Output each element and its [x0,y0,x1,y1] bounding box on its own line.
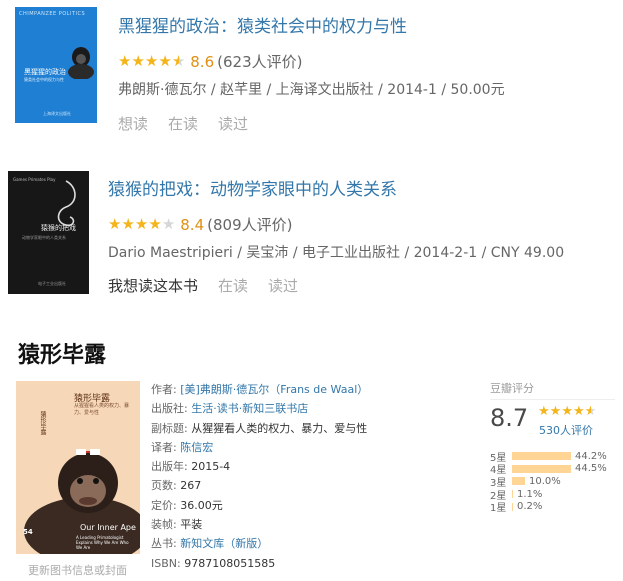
translator-link[interactable]: 陈信宏 [180,441,213,454]
update-book-info-link[interactable]: 更新图书信息或封面 [28,562,127,578]
book-detail-cover[interactable]: 猿形毕露 从猩猩看人类的权力、暴力、爱与性 猿形毕露 54 Our Inner … [16,381,140,554]
rating-stars: ★ ★ ★ ★ ★ [538,405,596,418]
rating-score-large: 8.7 [490,404,529,432]
rating-bar [512,464,571,473]
star-icon: ★ [538,404,550,419]
cover-subtitle: 动物学家眼中的人类关系 [22,235,66,240]
info-series: 丛书: 新知文库（新版） [151,534,368,553]
info-author: 作者: [美]弗朗斯·德瓦尔（Frans de Waal） [151,380,368,399]
half-star-icon: ★ [584,404,597,419]
star-icon: ★ [134,215,149,233]
rating-bar [512,477,525,486]
info-label: ISBN: [151,556,181,570]
reading-button[interactable]: 在读 [218,275,248,296]
rating-bar [512,490,513,499]
info-subtitle: 副标题: 从猩猩看人类的权力、暴力、爱与性 [151,419,368,438]
star-icon: ★ [148,215,162,233]
author-link[interactable]: [美]弗朗斯·德瓦尔（Frans de Waal） [180,383,368,396]
book-cover-2[interactable]: Games Primates Play 猿猴的把戏 动物学家眼中的人类关系 电子… [8,171,89,294]
bar-percent: 44.5% [575,463,607,475]
cover-english-title: Our Inner Ape [80,523,136,532]
cover-english-subtitle: A Leading Primatologist Explains Why We … [76,535,129,550]
want-to-read-button[interactable]: 我想读这本书 [108,275,198,296]
info-price: 定价: 36.00元 [151,496,368,515]
info-label: 丛书: [151,537,177,551]
info-label: 出版年: [151,460,188,474]
bar-percent: 44.2% [575,450,607,462]
book-title-link[interactable]: 猿猴的把戏：动物学家眼中的人类关系 [108,175,397,200]
rating-distribution: 5星 44.2% 4星 44.5% 3星 10.0% 2星 1.1% 1星 0.2% [490,450,607,515]
book-list-item-2: Games Primates Play 猿猴的把戏 动物学家眼中的人类关系 电子… [0,0,623,310]
info-value: 从猩猩看人类的权力、暴力、爱与性 [191,421,368,435]
info-label: 定价: [151,498,177,512]
info-value: 平装 [180,518,203,532]
cover-title: 猿猴的把戏 [41,224,76,232]
rating-bar [512,502,513,511]
series-link[interactable]: 新知文库（新版） [180,537,268,550]
rating-count[interactable]: (809人评价) [207,214,292,235]
rating-bar [512,452,571,461]
rating-bar-row: 1星 0.2% [490,500,607,515]
douban-rating-panel: 豆瓣评分 8.7 ★ ★ ★ ★ ★ 530人评价 5星 44.2% 4星 44.5… [490,380,615,514]
info-translator: 译者: 陈信宏 [151,438,368,457]
cover-vertical-title: 猿形毕露 [39,411,46,435]
info-label: 出版社: [151,402,188,416]
book-detail-heading: 猿形毕露 [18,343,107,368]
info-isbn: ISBN: 9787108051585 [151,554,368,573]
info-label: 装帧: [151,518,177,532]
rating-panel-header: 豆瓣评分 [490,380,615,400]
info-label: 作者: [151,383,177,396]
star-icon: ★ [121,215,135,233]
info-pub-year: 出版年: 2015-4 [151,457,368,476]
info-label: 副标题: [151,421,188,435]
star-icon: ★ [561,404,573,419]
star-icon: ★ [549,404,562,419]
star-icon: ★ [572,404,585,419]
publisher-link[interactable]: 生活·读书·新知三联书店 [191,402,308,415]
info-binding: 装帧: 平装 [151,515,368,534]
info-value: 9787108051585 [184,556,276,570]
info-publisher: 出版社: 生活·读书·新知三联书店 [151,399,368,418]
info-value: 2015-4 [191,460,231,474]
info-value: 267 [180,479,202,493]
publication-info: Dario Maestripieri / 吴宝沛 / 电子工业出版社 / 201… [108,245,565,261]
cover-subtitle: 从猩猩看人类的权力、暴力、爱与性 [74,403,130,416]
empty-star-icon: ★ [161,215,176,233]
rating-row: ★ ★ ★ ★ ★ 8.4 (809人评价) [108,214,292,235]
bar-label: 1星 [490,503,507,515]
star-icon: ★ [108,215,122,233]
rating-stars: ★ ★ ★ ★ ★ [108,217,175,232]
cover-publisher: 电子工业出版社 [38,281,66,286]
rating-count-link[interactable]: 530人评价 [539,422,593,438]
book-info-list: 作者: [美]弗朗斯·德瓦尔（Frans de Waal） 出版社: 生活·读书… [151,380,368,573]
info-pages: 页数: 267 [151,476,368,495]
bar-percent: 10.0% [529,475,561,487]
have-read-button[interactable]: 读过 [268,275,298,296]
info-label: 页数: [151,479,177,493]
rating-score: 8.4 [180,215,205,234]
info-label: 译者: [151,440,177,454]
reading-status-actions: 我想读这本书 在读 读过 [108,275,298,296]
cover-series-number: 54 [23,528,33,536]
bar-percent: 0.2% [517,501,543,513]
info-value: 36.00元 [180,498,223,512]
bar-percent: 1.1% [517,488,543,500]
